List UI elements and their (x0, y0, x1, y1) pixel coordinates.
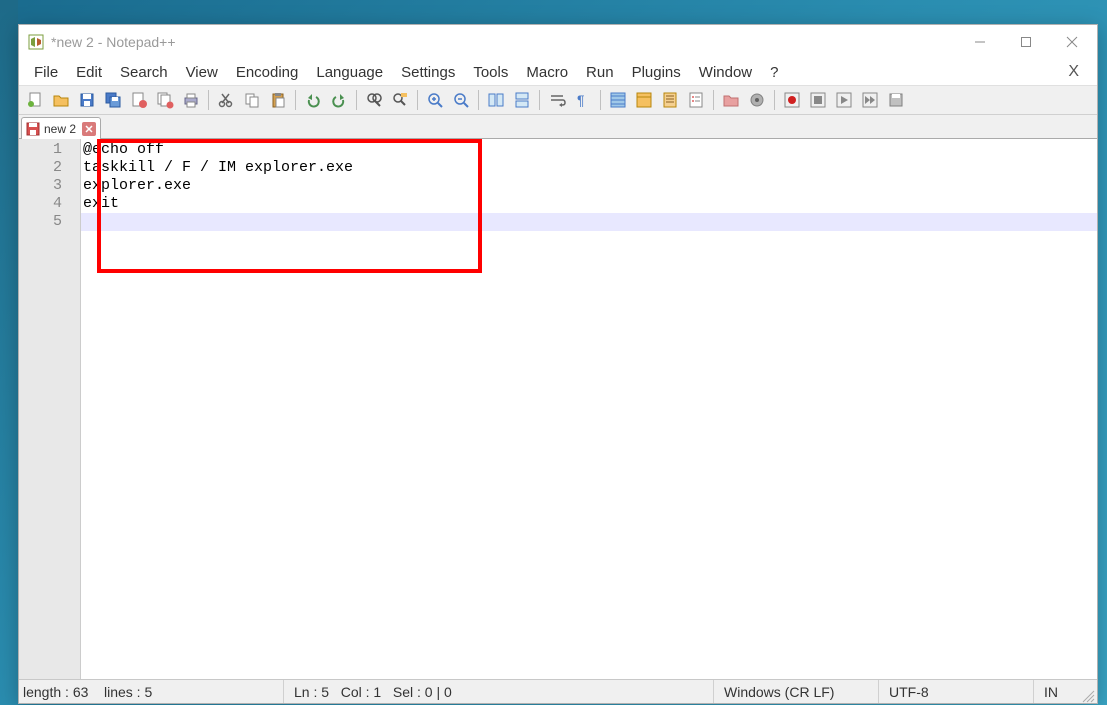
resize-grip-icon[interactable] (1079, 687, 1095, 703)
tab-modified-icon (26, 122, 40, 136)
sync-v-icon[interactable] (484, 88, 508, 112)
wordwrap-icon[interactable] (545, 88, 569, 112)
func-list-icon[interactable] (684, 88, 708, 112)
minimize-button[interactable] (957, 27, 1003, 57)
close-all-icon[interactable] (153, 88, 177, 112)
show-chars-icon[interactable]: ¶ (571, 88, 595, 112)
paste-icon[interactable] (266, 88, 290, 112)
record-icon[interactable] (780, 88, 804, 112)
status-col-value: 1 (373, 684, 381, 700)
menu-tools[interactable]: Tools (464, 61, 517, 84)
notepadpp-window: *new 2 - Notepad++ File Edit Search View… (18, 24, 1098, 704)
status-length-lines: length : 63 lines : 5 (19, 680, 284, 703)
status-bar: length : 63 lines : 5 Ln : 5 Col : 1 Sel… (19, 679, 1097, 703)
close-file-icon[interactable] (127, 88, 151, 112)
play-icon[interactable] (832, 88, 856, 112)
editor-area[interactable]: 12345 @echo offtaskkill / F / IM explore… (19, 139, 1097, 679)
cut-icon[interactable] (214, 88, 238, 112)
line-number: 2 (19, 159, 80, 177)
line-number: 1 (19, 141, 80, 159)
line-number: 3 (19, 177, 80, 195)
menu-view[interactable]: View (177, 61, 227, 84)
redo-icon[interactable] (327, 88, 351, 112)
menu-file[interactable]: File (25, 61, 67, 84)
window-controls (957, 27, 1095, 57)
menubar: File Edit Search View Encoding Language … (19, 59, 1097, 85)
status-length-label: length : (23, 684, 69, 700)
desktop-background (0, 0, 18, 705)
code-line[interactable]: taskkill / F / IM explorer.exe (81, 159, 1097, 177)
toolbar: ¶ (19, 85, 1097, 115)
menu-run[interactable]: Run (577, 61, 623, 84)
menu-help[interactable]: ? (761, 61, 787, 84)
tab-bar: new 2 (19, 115, 1097, 139)
user-lang-icon[interactable] (632, 88, 656, 112)
code-line[interactable]: exit (81, 195, 1097, 213)
status-lines-label: lines : (104, 684, 141, 700)
monitor-icon[interactable] (745, 88, 769, 112)
line-number-gutter: 12345 (19, 139, 81, 679)
save-all-icon[interactable] (101, 88, 125, 112)
code-content[interactable]: @echo offtaskkill / F / IM explorer.exee… (81, 139, 1097, 679)
tab-close-icon[interactable] (82, 122, 96, 136)
status-ln-value: 5 (321, 684, 329, 700)
status-lines-value: 5 (144, 684, 152, 700)
save-icon[interactable] (75, 88, 99, 112)
copy-icon[interactable] (240, 88, 264, 112)
line-number: 5 (19, 213, 80, 231)
replace-icon[interactable] (388, 88, 412, 112)
menu-language[interactable]: Language (307, 61, 392, 84)
print-icon[interactable] (179, 88, 203, 112)
tab-label: new 2 (44, 122, 78, 136)
status-ln-label: Ln : (294, 684, 317, 700)
undo-icon[interactable] (301, 88, 325, 112)
menu-plugins[interactable]: Plugins (623, 61, 690, 84)
menu-encoding[interactable]: Encoding (227, 61, 308, 84)
status-eol[interactable]: Windows (CR LF) (714, 680, 879, 703)
status-cursor-pos: Ln : 5 Col : 1 Sel : 0 | 0 (284, 680, 714, 703)
window-title: *new 2 - Notepad++ (51, 34, 957, 50)
play-multi-icon[interactable] (858, 88, 882, 112)
status-encoding[interactable]: UTF-8 (879, 680, 1034, 703)
titlebar: *new 2 - Notepad++ (19, 25, 1097, 59)
status-length-value: 63 (73, 684, 89, 700)
maximize-button[interactable] (1003, 27, 1049, 57)
status-col-label: Col : (341, 684, 370, 700)
svg-text:¶: ¶ (577, 92, 585, 108)
stop-icon[interactable] (806, 88, 830, 112)
indent-guide-icon[interactable] (606, 88, 630, 112)
app-icon (27, 33, 45, 51)
zoom-in-icon[interactable] (423, 88, 447, 112)
save-macro-icon[interactable] (884, 88, 908, 112)
zoom-out-icon[interactable] (449, 88, 473, 112)
code-line[interactable]: @echo off (81, 141, 1097, 159)
line-number: 4 (19, 195, 80, 213)
new-file-icon[interactable] (23, 88, 47, 112)
open-file-icon[interactable] (49, 88, 73, 112)
menu-settings[interactable]: Settings (392, 61, 464, 84)
tab-new-2[interactable]: new 2 (21, 117, 101, 139)
status-sel-value: 0 | 0 (425, 684, 452, 700)
menu-macro[interactable]: Macro (517, 61, 577, 84)
doc-map-icon[interactable] (658, 88, 682, 112)
code-line[interactable]: explorer.exe (81, 177, 1097, 195)
find-icon[interactable] (362, 88, 386, 112)
folder-icon[interactable] (719, 88, 743, 112)
menu-edit[interactable]: Edit (67, 61, 111, 84)
menu-window[interactable]: Window (690, 61, 761, 84)
menu-close-x[interactable]: X (1056, 60, 1091, 84)
status-sel-label: Sel : (393, 684, 421, 700)
menu-search[interactable]: Search (111, 61, 177, 84)
code-line[interactable] (81, 213, 1097, 231)
close-button[interactable] (1049, 27, 1095, 57)
status-insert-mode[interactable]: IN (1034, 680, 1068, 703)
sync-h-icon[interactable] (510, 88, 534, 112)
